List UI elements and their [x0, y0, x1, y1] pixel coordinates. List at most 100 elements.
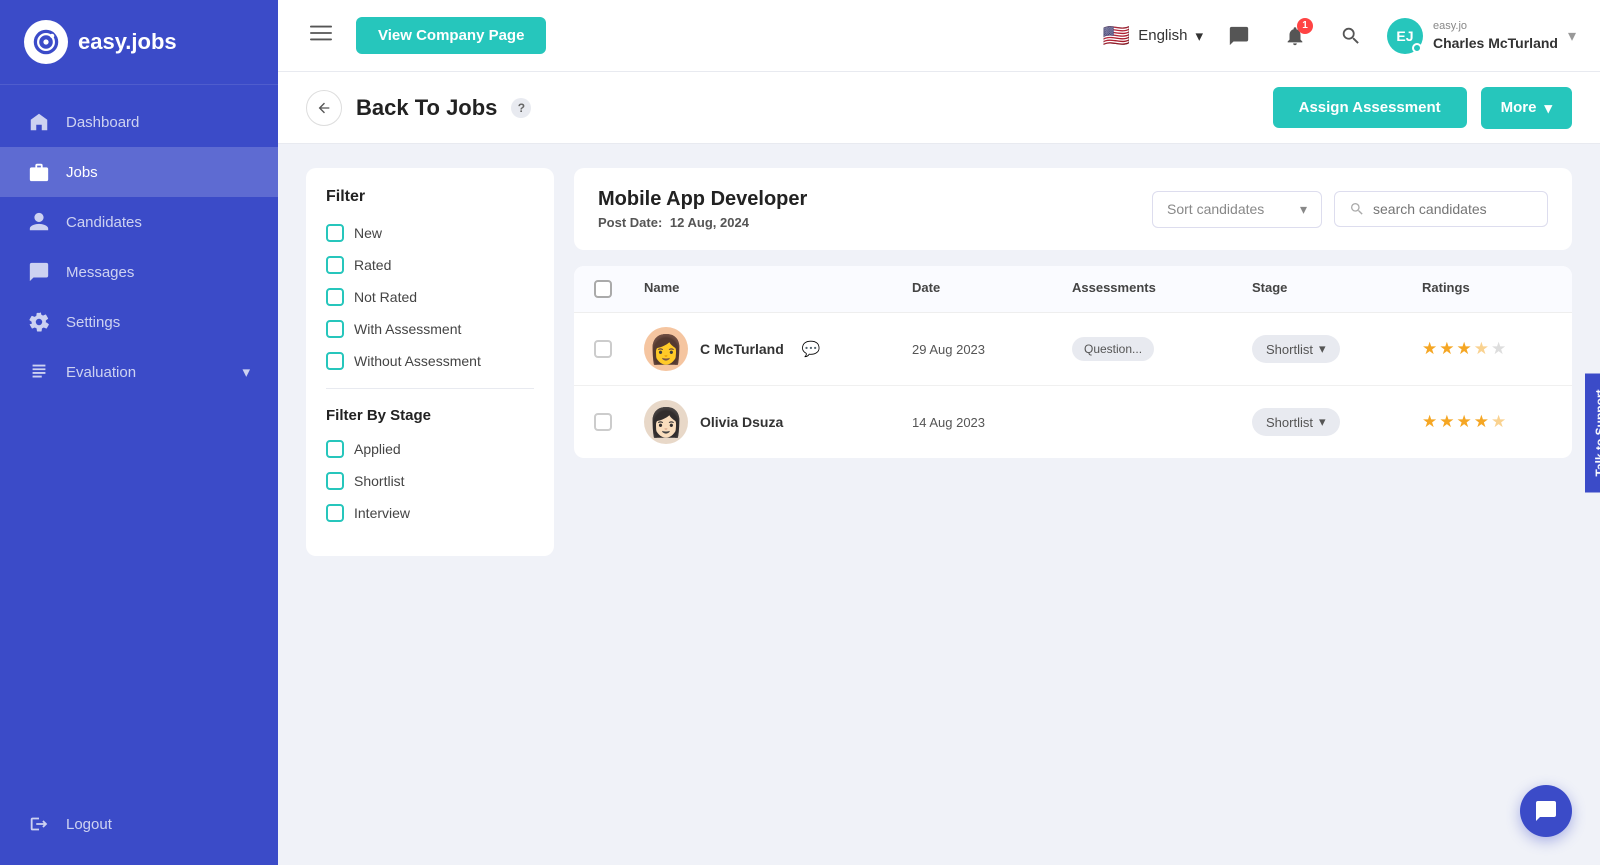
filter-checkbox-interview[interactable]: [326, 504, 344, 522]
filter-checkbox-without-assessment[interactable]: [326, 352, 344, 370]
logo-text: easy.jobs: [78, 29, 177, 55]
sort-candidates-dropdown[interactable]: Sort candidates ▾: [1152, 191, 1322, 228]
candidate-date: 14 Aug 2023: [912, 415, 1072, 430]
candidate-date: 29 Aug 2023: [912, 342, 1072, 357]
filter-without-assessment[interactable]: Without Assessment: [326, 352, 534, 370]
view-company-button[interactable]: View Company Page: [356, 17, 546, 54]
chevron-down-icon: ▾: [1319, 414, 1326, 430]
page-content: Filter New Rated Not Rated With Assessme…: [278, 144, 1600, 865]
filter-with-assessment[interactable]: With Assessment: [326, 320, 534, 338]
star-3: ★: [1457, 412, 1472, 432]
job-header: Mobile App Developer Post Date: 12 Aug, …: [574, 168, 1572, 250]
user-profile[interactable]: EJ easy.jo Charles McTurland ▾: [1387, 18, 1576, 54]
user-info: easy.jo Charles McTurland: [1433, 19, 1558, 51]
chat-icon[interactable]: 💬: [802, 340, 821, 358]
filter-stage-applied[interactable]: Applied: [326, 440, 534, 458]
sidebar-item-label: Logout: [66, 816, 112, 833]
sidebar-item-label: Settings: [66, 314, 120, 331]
search-candidates-box[interactable]: [1334, 191, 1548, 227]
filter-label-interview: Interview: [354, 505, 410, 521]
user-company: easy.jo: [1433, 19, 1558, 33]
sort-placeholder: Sort candidates: [1167, 201, 1264, 217]
sidebar-item-settings[interactable]: Settings: [0, 297, 278, 347]
more-label: More: [1501, 99, 1537, 116]
chevron-down-icon: ▾: [1319, 341, 1326, 357]
chevron-down-icon: ▾: [1300, 201, 1307, 218]
sidebar-item-dashboard[interactable]: Dashboard: [0, 97, 278, 147]
stage-badge[interactable]: Shortlist ▾: [1252, 408, 1340, 436]
filter-checkbox-with-assessment[interactable]: [326, 320, 344, 338]
rating-stars: ★ ★ ★ ★ ★: [1422, 339, 1552, 359]
row-checkbox-cell: [594, 340, 644, 358]
star-2: ★: [1439, 339, 1454, 359]
sidebar-item-label: Messages: [66, 264, 134, 281]
chevron-down-icon: ▾: [1544, 99, 1552, 117]
th-ratings: Ratings: [1422, 280, 1552, 298]
filter-label-with-assessment: With Assessment: [354, 321, 461, 337]
language-selector[interactable]: 🇺🇸 English ▾: [1103, 23, 1203, 49]
filter-checkbox-applied[interactable]: [326, 440, 344, 458]
star-4: ★: [1474, 339, 1489, 359]
talk-to-support-tab[interactable]: Talk to Support: [1585, 373, 1600, 492]
subheader: Back To Jobs ? Assign Assessment More ▾: [278, 72, 1600, 144]
row-checkbox[interactable]: [594, 413, 612, 431]
sidebar-item-label: Dashboard: [66, 114, 139, 131]
assessment-badge[interactable]: Question...: [1072, 337, 1154, 361]
sidebar-item-messages[interactable]: Messages: [0, 247, 278, 297]
assign-assessment-button[interactable]: Assign Assessment: [1273, 87, 1467, 128]
more-button[interactable]: More ▾: [1481, 87, 1572, 129]
search-input[interactable]: [1373, 201, 1533, 217]
stage-cell: Shortlist ▾: [1252, 335, 1422, 363]
post-date-value: 12 Aug, 2024: [670, 215, 749, 230]
table-header: Name Date Assessments Stage Ratings: [574, 266, 1572, 313]
chevron-down-icon: ▾: [242, 363, 250, 381]
candidate-avatar: 👩: [644, 327, 688, 371]
sidebar-item-jobs[interactable]: Jobs: [0, 147, 278, 197]
notifications-icon-button[interactable]: 1: [1275, 16, 1315, 56]
job-info: Mobile App Developer Post Date: 12 Aug, …: [598, 188, 1136, 230]
sidebar-item-evaluation[interactable]: Evaluation ▾: [0, 347, 278, 397]
filter-new[interactable]: New: [326, 224, 534, 242]
star-4: ★: [1474, 412, 1489, 432]
page-body: Filter New Rated Not Rated With Assessme…: [278, 144, 1600, 865]
sidebar-item-label: Candidates: [66, 214, 142, 231]
th-date: Date: [912, 280, 1072, 298]
filter-checkbox-not-rated[interactable]: [326, 288, 344, 306]
sidebar-item-logout[interactable]: Logout: [0, 799, 278, 849]
main-area: View Company Page 🇺🇸 English ▾ 1 EJ easy…: [278, 0, 1600, 865]
filter-stage-interview[interactable]: Interview: [326, 504, 534, 522]
filter-checkbox-new[interactable]: [326, 224, 344, 242]
filter-checkbox-rated[interactable]: [326, 256, 344, 274]
online-indicator: [1412, 43, 1422, 53]
filter-label-without-assessment: Without Assessment: [354, 353, 481, 369]
row-checkbox[interactable]: [594, 340, 612, 358]
help-icon[interactable]: ?: [511, 98, 531, 118]
stage-badge[interactable]: Shortlist ▾: [1252, 335, 1340, 363]
back-button[interactable]: [306, 90, 342, 126]
filter-label-not-rated: Not Rated: [354, 289, 417, 305]
filter-checkbox-shortlist[interactable]: [326, 472, 344, 490]
search-icon-button[interactable]: [1331, 16, 1371, 56]
candidate-name[interactable]: Olivia Dsuza: [700, 414, 783, 430]
sidebar-bottom: Logout: [0, 799, 278, 865]
menu-icon[interactable]: [302, 14, 340, 57]
filter-label-new: New: [354, 225, 382, 241]
candidate-name[interactable]: C McTurland: [700, 341, 784, 357]
candidates-table: Name Date Assessments Stage Ratings 👩: [574, 266, 1572, 458]
chat-bubble-button[interactable]: [1520, 785, 1572, 837]
stage-label: Shortlist: [1266, 342, 1313, 357]
messages-icon-button[interactable]: [1219, 16, 1259, 56]
post-date-label: Post Date:: [598, 215, 662, 230]
table-row: 👩 C McTurland 💬 29 Aug 2023 Question... …: [574, 313, 1572, 386]
select-all-checkbox[interactable]: [594, 280, 612, 298]
filter-rated[interactable]: Rated: [326, 256, 534, 274]
filter-stage-shortlist[interactable]: Shortlist: [326, 472, 534, 490]
filter-not-rated[interactable]: Not Rated: [326, 288, 534, 306]
filter-panel: Filter New Rated Not Rated With Assessme…: [306, 168, 554, 556]
notification-badge: 1: [1297, 18, 1313, 34]
star-5: ★: [1491, 412, 1506, 432]
sidebar-item-candidates[interactable]: Candidates: [0, 197, 278, 247]
th-stage: Stage: [1252, 280, 1422, 298]
stage-label: Shortlist: [1266, 415, 1313, 430]
candidate-info: 👩 C McTurland 💬: [644, 327, 912, 371]
